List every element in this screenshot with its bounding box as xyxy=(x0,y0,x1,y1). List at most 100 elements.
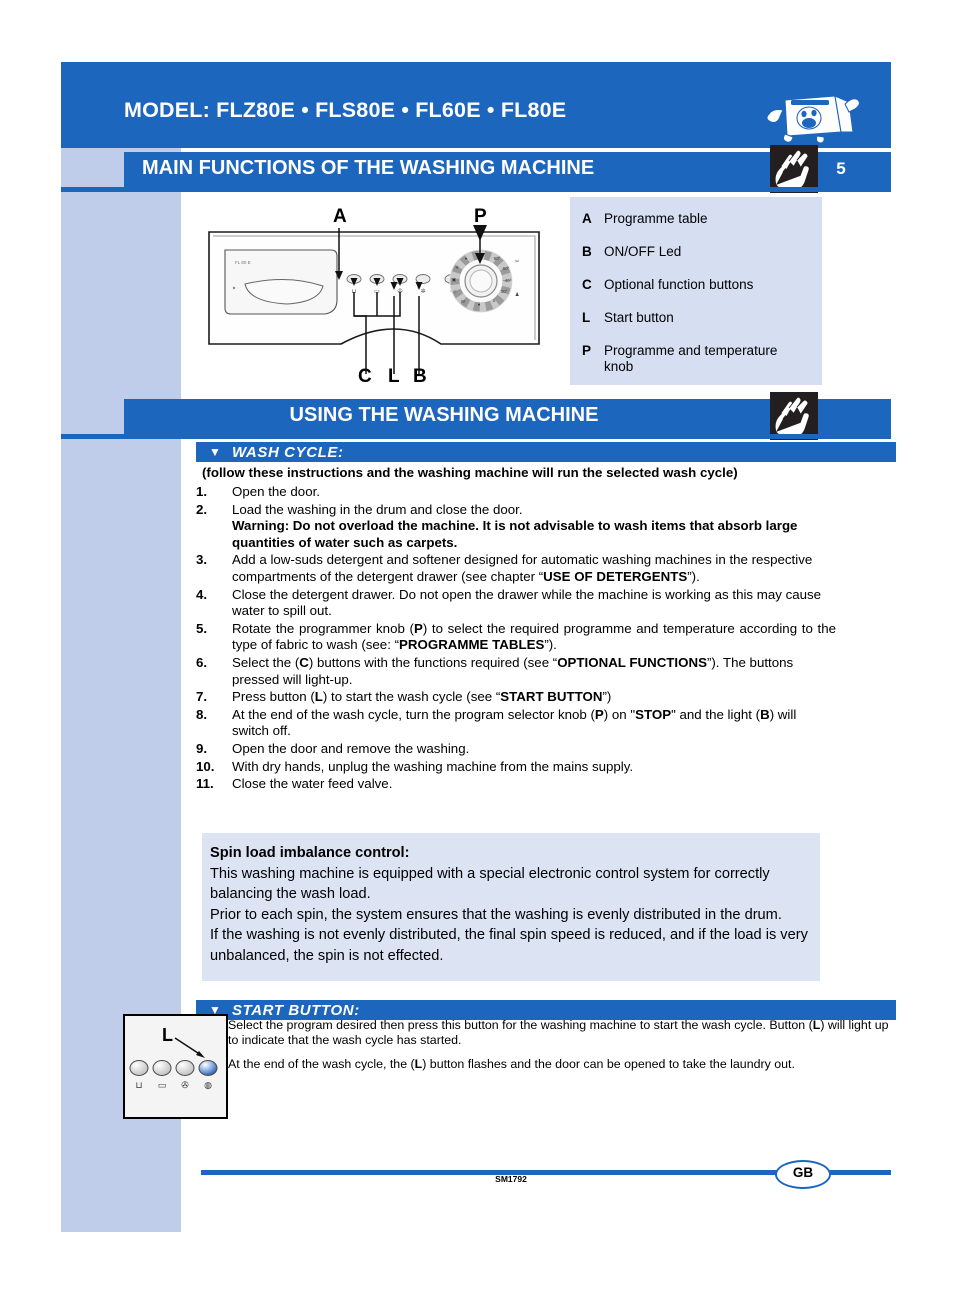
svg-text:⊔: ⊔ xyxy=(135,1081,142,1091)
svg-text:L: L xyxy=(162,1025,173,1045)
step-text: Press button (L) to start the wash cycle… xyxy=(232,689,612,705)
start-button-label: START BUTTON: xyxy=(232,1002,360,1019)
pointing-hand-icon xyxy=(770,145,818,193)
locale-badge: GB xyxy=(775,1160,831,1189)
wash-cycle-step: 5. Rotate the programmer knob (P) to sele… xyxy=(196,621,836,654)
wash-cycle-step: 2. Load the washing in the drum and close… xyxy=(196,502,836,552)
legend-key: C xyxy=(582,277,592,292)
svg-text:▭: ▭ xyxy=(158,1081,167,1091)
svg-text:A: A xyxy=(333,206,347,227)
step-number: 4. xyxy=(196,586,208,602)
spin-imbalance-p3: If the washing is not evenly distributed… xyxy=(210,927,808,964)
start-button-bar: ▼ START BUTTON: xyxy=(196,1000,896,1020)
start-button-panel-icon: L ⊔ ▭ ✇ ◍ xyxy=(123,1014,228,1119)
legend-key: A xyxy=(582,211,592,226)
svg-text:S: S xyxy=(492,298,495,303)
svg-text:✲: ✲ xyxy=(420,288,425,295)
legend-label: Programme table xyxy=(604,211,708,226)
legend-item-a: A Programme table xyxy=(582,211,708,227)
wash-cycle-step: 8. At the end of the wash cycle, turn the… xyxy=(196,707,836,740)
legend-label: Optional function buttons xyxy=(604,277,754,292)
step-text: Rotate the programmer knob (P) to select… xyxy=(232,620,836,653)
step-text: Select the (C) buttons with the function… xyxy=(232,654,794,687)
machine-diagram: A P C L B FL 80 E ⊔▭ ✇✲∼ xyxy=(191,196,561,387)
wash-cycle-step: 3. Add a low-suds detergent and softener … xyxy=(196,552,836,585)
legend-item-p: P Programme and temperature knob xyxy=(582,343,809,375)
wash-cycle-steps: 1. Open the door. 2. Load the washing in th… xyxy=(196,484,836,794)
step-text: With dry hands, unplug the washing machi… xyxy=(232,758,634,774)
wash-cycle-step: 11. Close the water feed valve. xyxy=(196,776,836,793)
wash-cycle-label: WASH CYCLE: xyxy=(232,444,344,461)
section-divider-rule xyxy=(61,434,891,439)
step-text: Close the detergent drawer. Do not open … xyxy=(232,586,822,619)
step-number: 10. xyxy=(196,758,215,774)
step-number: 7. xyxy=(196,689,208,705)
legend-label: ON/OFF Led xyxy=(604,244,682,259)
svg-text:FL 80 E: FL 80 E xyxy=(235,260,251,265)
svg-text:90°: 90° xyxy=(494,256,501,261)
legend-key: L xyxy=(582,310,591,325)
svg-text:✂: ✂ xyxy=(515,259,519,265)
svg-text:B: B xyxy=(413,366,427,386)
model-title: MODEL: FLZ80E • FLS80E • FL60E • FL80E xyxy=(124,98,567,122)
step-text: Load the washing in the drum and close t… xyxy=(232,501,798,550)
legend-label: Programme and temperature knob xyxy=(604,343,778,374)
triangle-down-icon: ▼ xyxy=(209,445,221,459)
svg-text:60°: 60° xyxy=(503,266,510,271)
wash-cycle-bar: ▼ WASH CYCLE: xyxy=(196,442,896,462)
svg-text:✲: ✲ xyxy=(455,265,459,270)
legend-label: Start button xyxy=(604,310,674,325)
spin-imbalance-heading: Spin load imbalance control: xyxy=(210,845,410,861)
wash-cycle-step: 1. Open the door. xyxy=(196,484,836,501)
legend-item-l: L Start button xyxy=(582,310,674,326)
step-number: 8. xyxy=(196,706,208,722)
manual-page: MODEL: FLZ80E • FLS80E • FL60E • FL80E M… xyxy=(0,0,954,1295)
svg-text:✇: ✇ xyxy=(181,1081,189,1091)
page-number: 5 xyxy=(836,159,846,178)
wash-cycle-step: 9. Open the door and remove the washing. xyxy=(196,741,836,758)
svg-text:◍: ◍ xyxy=(204,1081,212,1091)
step-number: 2. xyxy=(196,501,208,517)
svg-text:30°: 30° xyxy=(501,289,508,294)
section-main-functions-title: MAIN FUNCTIONS OF THE WASHING MACHINE xyxy=(142,157,595,179)
legend-panel: A Programme table B ON/OFF Led C Optiona… xyxy=(570,197,822,385)
svg-text:◇: ◇ xyxy=(453,289,457,294)
wash-cycle-intro: (follow these instructions and the washi… xyxy=(202,465,738,480)
start-button-p1: Select the program desired then press th… xyxy=(228,1018,889,1047)
washing-machine-mascot-icon xyxy=(757,88,861,144)
step-number: 11. xyxy=(196,776,214,792)
svg-text:●: ● xyxy=(478,302,481,307)
spin-imbalance-box: Spin load imbalance control: This washin… xyxy=(202,833,820,981)
wash-cycle-step: 10. With dry hands, unplug the washing ma… xyxy=(196,759,836,776)
legend-item-c: C Optional function buttons xyxy=(582,277,753,293)
step-text: Add a low-suds detergent and softener de… xyxy=(232,552,813,584)
step-text: Close the water feed valve. xyxy=(232,776,393,792)
spin-imbalance-p1: This washing machine is equipped with a … xyxy=(210,865,770,903)
step-number: 3. xyxy=(196,552,208,568)
svg-text:P: P xyxy=(474,206,487,227)
svg-text:●: ● xyxy=(465,256,468,261)
legend-key: P xyxy=(582,343,592,358)
pointing-hand-icon xyxy=(770,392,818,440)
start-button-p2: At the end of the wash cycle, the (L) bu… xyxy=(228,1057,795,1071)
svg-text:♟: ♟ xyxy=(515,292,519,298)
legend-key: B xyxy=(582,244,592,259)
svg-text:C: C xyxy=(358,366,372,386)
step-text: At the end of the wash cycle, turn the p… xyxy=(232,706,797,739)
svg-text:▣: ▣ xyxy=(452,277,457,282)
step-number: 1. xyxy=(196,484,208,499)
step-number: 6. xyxy=(196,654,208,670)
wash-cycle-step: 4. Close the detergent drawer. Do not ope… xyxy=(196,587,836,620)
wash-cycle-step: 7. Press button (L) to start the wash cyc… xyxy=(196,689,836,706)
wash-cycle-step: 6. Select the (C) buttons with the functi… xyxy=(196,655,836,688)
step-text: Open the door and remove the washing. xyxy=(232,740,470,756)
svg-text:40°: 40° xyxy=(505,278,512,283)
section-using-machine-title: USING THE WASHING MACHINE xyxy=(289,404,599,426)
step-number: 5. xyxy=(196,620,208,636)
spin-imbalance-p2: Prior to each spin, the system ensures t… xyxy=(210,906,782,923)
step-number: 9. xyxy=(196,740,208,756)
section-divider-rule xyxy=(61,187,891,192)
start-button-description: Select the program desired then press th… xyxy=(228,1018,902,1081)
footer-code: SM1792 xyxy=(495,1174,527,1184)
legend-item-b: B ON/OFF Led xyxy=(582,244,681,260)
